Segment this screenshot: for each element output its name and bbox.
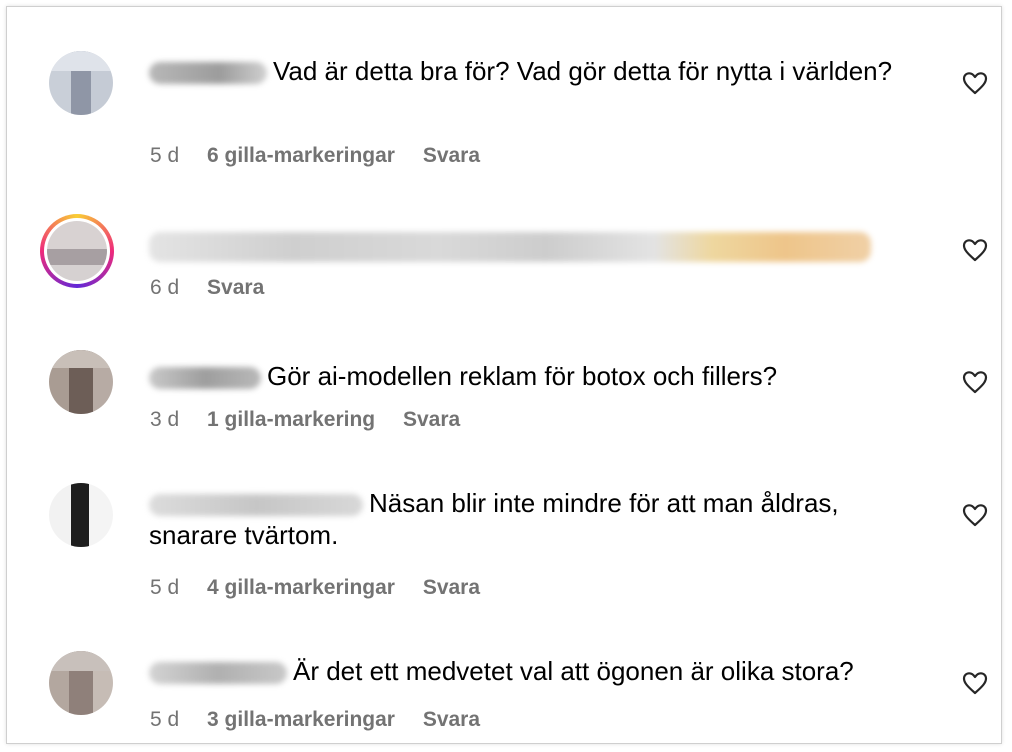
avatar[interactable] [49,350,113,414]
comments-panel: Vad är detta bra för? Vad gör detta för … [6,6,1002,744]
comment-text: Är det ett medvetet val att ögonen är ol… [149,655,929,687]
timestamp: 5 d [150,144,180,167]
timestamp: 5 d [150,576,180,599]
username-blurred[interactable] [149,494,363,517]
heart-outline-icon[interactable] [962,503,988,527]
avatar[interactable] [49,483,113,547]
likes-count[interactable]: 6 gilla-markeringar [207,144,395,167]
comment-text [149,229,929,263]
reply-button[interactable]: Svara [207,276,264,299]
comment-meta: 5 d 6 gilla-markeringar Svara [150,144,502,168]
reply-button[interactable]: Svara [423,576,480,599]
comment-meta: 5 d 3 gilla-markeringar Svara [150,708,502,732]
comment-meta: 3 d 1 gilla-markering Svara [150,408,482,432]
username-blurred[interactable] [149,367,261,390]
heart-outline-icon[interactable] [962,370,988,394]
comment-text: Vad är detta bra för? Vad gör detta för … [149,55,929,87]
reply-button[interactable]: Svara [403,408,460,431]
avatar[interactable] [49,651,113,715]
likes-count[interactable]: 3 gilla-markeringar [207,708,395,731]
timestamp: 5 d [150,708,180,731]
comment-meta: 5 d 4 gilla-markeringar Svara [150,576,502,600]
reply-button[interactable]: Svara [423,708,480,731]
likes-count[interactable]: 4 gilla-markeringar [207,576,395,599]
comment-text-blurred [149,232,871,263]
heart-outline-icon[interactable] [962,671,988,695]
likes-count[interactable]: 1 gilla-markering [207,408,375,431]
username-blurred[interactable] [149,62,267,85]
comment-text: Gör ai-modellen reklam för botox och fil… [149,360,929,392]
timestamp: 6 d [150,276,180,299]
reply-button[interactable]: Svara [423,144,480,167]
timestamp: 3 d [150,408,180,431]
avatar[interactable] [49,51,113,115]
comment-meta: 6 d Svara [150,276,286,300]
heart-outline-icon[interactable] [962,71,988,95]
comment-text: Näsan blir inte mindre för att man åldra… [149,488,839,550]
avatar-story-ring[interactable] [40,214,114,288]
username-blurred[interactable] [149,662,287,685]
heart-outline-icon[interactable] [962,238,988,262]
